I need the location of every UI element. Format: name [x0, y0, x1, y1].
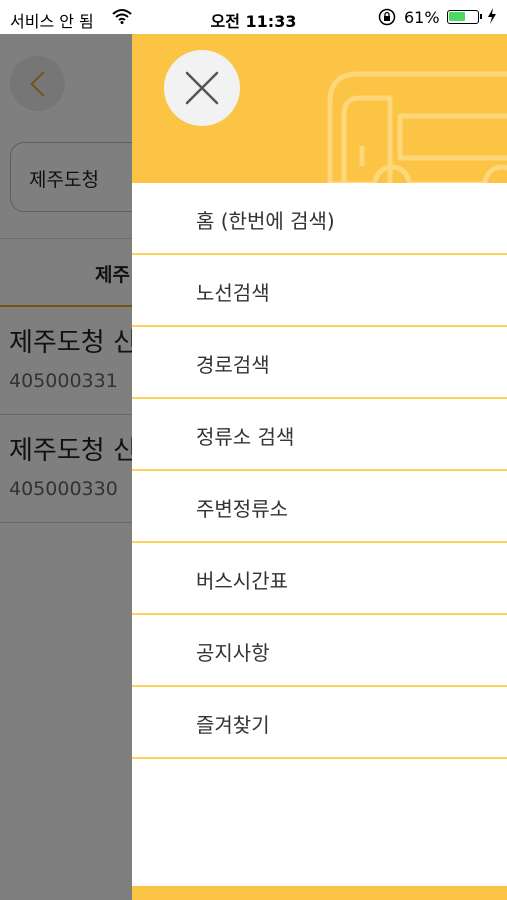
- menu-item-label: 공지사항: [196, 641, 270, 665]
- menu-item-notices[interactable]: 공지사항: [132, 615, 507, 687]
- menu-item-favorites[interactable]: 즐겨찾기: [132, 687, 507, 759]
- menu-item-label: 주변정류소: [196, 497, 288, 521]
- side-drawer: 홈 (한번에 검색) 노선검색 경로검색 정류소 검색 주변정류소 버스시간표 …: [132, 34, 507, 900]
- charging-bolt-icon: [487, 8, 497, 28]
- menu-item-label: 버스시간표: [196, 569, 288, 593]
- drawer-footer-bar: [132, 886, 507, 900]
- menu-item-label: 즐겨찾기: [196, 713, 270, 737]
- menu-item-nearby-stops[interactable]: 주변정류소: [132, 471, 507, 543]
- battery-icon: [447, 10, 482, 24]
- orientation-lock-icon: [378, 8, 396, 30]
- menu-item-route-search[interactable]: 노선검색: [132, 255, 507, 327]
- menu-item-label: 홈 (한번에 검색): [196, 209, 335, 233]
- status-bar: 서비스 안 됨 오전 11:33 61%: [0, 0, 507, 34]
- bus-illustration-icon: [327, 71, 507, 183]
- menu-item-bus-timetable[interactable]: 버스시간표: [132, 543, 507, 615]
- drawer-header: [132, 34, 507, 183]
- menu-item-label: 노선검색: [196, 281, 270, 305]
- battery-percent: 61%: [404, 8, 440, 27]
- menu-item-stop-search[interactable]: 정류소 검색: [132, 399, 507, 471]
- menu-item-label: 정류소 검색: [196, 425, 295, 449]
- drawer-menu: 홈 (한번에 검색) 노선검색 경로검색 정류소 검색 주변정류소 버스시간표 …: [132, 183, 507, 759]
- menu-item-home[interactable]: 홈 (한번에 검색): [132, 183, 507, 255]
- menu-item-label: 경로검색: [196, 353, 270, 377]
- close-icon: [185, 71, 219, 105]
- menu-item-path-search[interactable]: 경로검색: [132, 327, 507, 399]
- close-button[interactable]: [164, 50, 240, 126]
